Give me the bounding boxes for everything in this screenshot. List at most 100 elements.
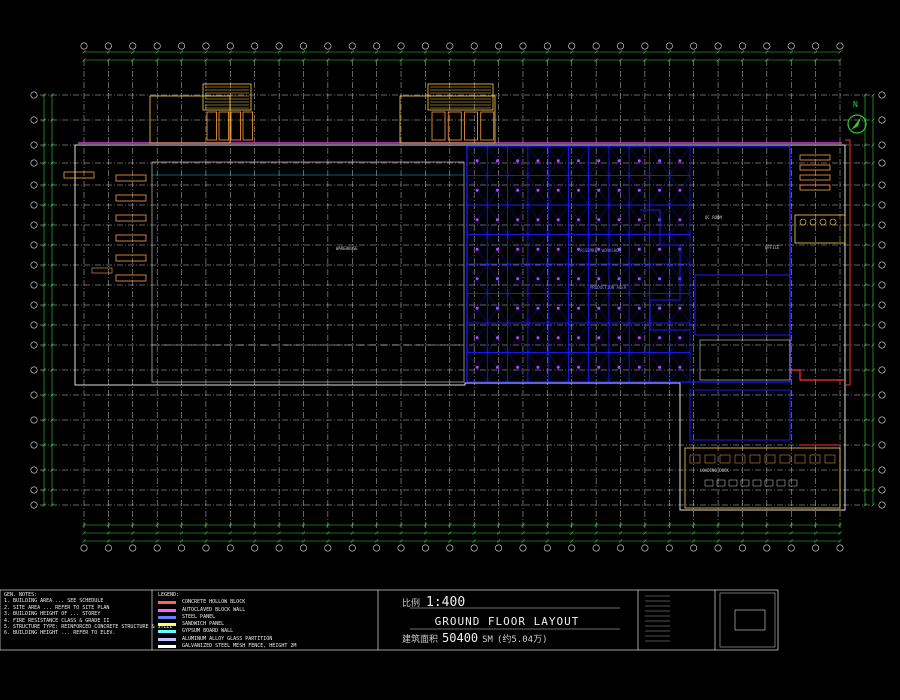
light-fixture bbox=[617, 159, 621, 163]
fixture bbox=[809, 454, 821, 464]
loading-bay bbox=[149, 95, 231, 144]
grid-bubble bbox=[878, 281, 886, 289]
light-fixture bbox=[556, 159, 560, 163]
tank bbox=[809, 218, 817, 226]
compass-icon bbox=[847, 114, 867, 134]
grid-bubble bbox=[324, 42, 332, 50]
light-fixture bbox=[536, 306, 540, 310]
grid-bubble bbox=[30, 201, 38, 209]
grid-bubble bbox=[348, 544, 356, 552]
structural-grid bbox=[30, 42, 886, 552]
fixture bbox=[689, 454, 701, 464]
fixture bbox=[764, 479, 774, 487]
grid-bubble bbox=[299, 42, 307, 50]
light-fixture bbox=[556, 306, 560, 310]
area-suffix: (约5.04万) bbox=[496, 635, 548, 645]
light-fixture bbox=[577, 218, 580, 222]
rack bbox=[799, 174, 831, 181]
grid-bubble bbox=[763, 42, 771, 50]
fixture bbox=[719, 454, 731, 464]
grid-bubble bbox=[348, 42, 356, 50]
grid-bubble bbox=[878, 201, 886, 209]
legend-swatch bbox=[158, 623, 176, 627]
light-fixture bbox=[475, 188, 479, 192]
grid-bubble bbox=[641, 42, 649, 50]
grid-bubble bbox=[178, 544, 186, 552]
grid-bubble bbox=[592, 42, 600, 50]
legend-item: ALUMINUM ALLOY GLASS PARTITION bbox=[156, 636, 316, 643]
drawing-title: GROUND FLOOR LAYOUT bbox=[434, 615, 580, 628]
grid-bubble bbox=[714, 544, 722, 552]
grid-bubble bbox=[690, 42, 698, 50]
room-label: ASSEMBLY WORKSHOP bbox=[580, 248, 621, 253]
legend-swatch bbox=[158, 637, 176, 641]
light-fixture bbox=[475, 247, 479, 251]
legend-item: STEEL PANEL bbox=[156, 614, 316, 621]
room-details bbox=[684, 154, 846, 509]
light-fixture bbox=[617, 365, 621, 369]
light-fixture bbox=[637, 365, 641, 369]
rack bbox=[91, 267, 113, 274]
light-fixture bbox=[577, 365, 580, 369]
dock-canopy bbox=[427, 83, 494, 111]
light-fixture bbox=[577, 306, 580, 310]
grid-bubble bbox=[878, 221, 886, 229]
grid-bubble bbox=[30, 391, 38, 399]
grid-bubble bbox=[878, 116, 886, 124]
dock-leveller bbox=[206, 111, 218, 141]
grid-bubble bbox=[787, 42, 795, 50]
light-fixture bbox=[597, 188, 601, 192]
light-fixture bbox=[658, 188, 662, 192]
fixture bbox=[776, 479, 786, 487]
rack bbox=[799, 184, 831, 191]
light-fixture bbox=[597, 159, 601, 163]
light-fixture bbox=[495, 188, 499, 192]
light-fixture bbox=[658, 277, 662, 281]
fixture bbox=[728, 479, 738, 487]
light-fixture bbox=[536, 277, 540, 281]
revision-area bbox=[640, 592, 713, 648]
dock-leveller bbox=[431, 111, 446, 141]
scale-line: 比例 1:400 bbox=[402, 595, 465, 610]
grid-bubble bbox=[568, 544, 576, 552]
fixture bbox=[779, 454, 791, 464]
grid-bubble bbox=[30, 181, 38, 189]
light-fixture bbox=[495, 336, 499, 340]
dock-leveller bbox=[464, 111, 478, 141]
title-block: 比例 1:400 GROUND FLOOR LAYOUT 建筑面积 50400 SM(… bbox=[378, 593, 636, 645]
grid-bubble bbox=[568, 42, 576, 50]
grid-bubble bbox=[226, 42, 234, 50]
fixture bbox=[794, 454, 806, 464]
rack bbox=[63, 171, 95, 179]
grid-bubble bbox=[878, 466, 886, 474]
light-fixture bbox=[658, 336, 662, 340]
grid-bubble bbox=[519, 544, 527, 552]
warehouse-outline bbox=[151, 161, 465, 383]
rack bbox=[115, 274, 147, 282]
grid-bubble bbox=[275, 544, 283, 552]
legend-swatch bbox=[158, 615, 176, 619]
grid-bubble bbox=[878, 159, 886, 167]
dock-leveller bbox=[480, 111, 495, 141]
grid-bubble bbox=[30, 441, 38, 449]
fixture bbox=[752, 479, 762, 487]
light-fixture bbox=[495, 306, 499, 310]
area-value: 50400 bbox=[442, 631, 479, 645]
grid-bubble bbox=[665, 42, 673, 50]
light-fixture bbox=[617, 277, 621, 281]
light-fixture bbox=[577, 336, 580, 340]
north-label: N bbox=[853, 100, 858, 109]
legend-swatch bbox=[158, 645, 176, 649]
light-fixture bbox=[556, 218, 560, 222]
light-fixture bbox=[637, 159, 641, 163]
light-fixture bbox=[495, 365, 499, 369]
light-fixture bbox=[516, 365, 520, 369]
light-fixture bbox=[475, 218, 479, 222]
grid-bubble bbox=[836, 42, 844, 50]
light-fixture bbox=[658, 365, 662, 369]
light-fixture bbox=[495, 218, 499, 222]
fixture bbox=[749, 454, 761, 464]
rack bbox=[115, 214, 147, 222]
fixture bbox=[788, 479, 798, 487]
grid-bubble bbox=[738, 42, 746, 50]
